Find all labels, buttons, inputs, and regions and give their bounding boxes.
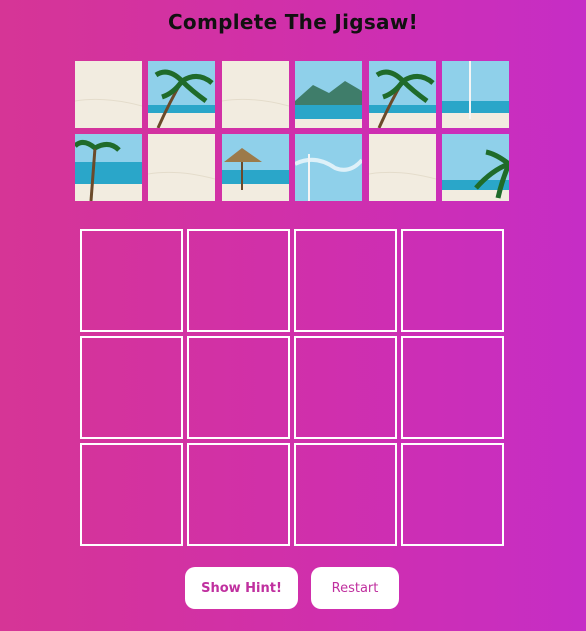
show-hint-button[interactable]: Show Hint!: [185, 567, 298, 609]
board-slot[interactable]: [187, 443, 290, 546]
puzzle-piece[interactable]: [368, 134, 436, 201]
puzzle-piece[interactable]: [75, 134, 142, 201]
board-slot[interactable]: [187, 229, 290, 332]
board-slot[interactable]: [80, 336, 183, 439]
puzzle-piece-image: [148, 134, 216, 201]
board-slot[interactable]: [401, 229, 504, 332]
board-slot[interactable]: [187, 336, 290, 439]
page-title: Complete The Jigsaw!: [167, 10, 419, 34]
puzzle-piece[interactable]: [148, 61, 216, 128]
puzzle-pieces-tray: [75, 61, 509, 201]
puzzle-piece-image: [441, 134, 509, 201]
board-slot[interactable]: [401, 336, 504, 439]
restart-button[interactable]: Restart: [311, 567, 399, 609]
board-slot[interactable]: [294, 336, 397, 439]
board-slot[interactable]: [80, 229, 183, 332]
puzzle-piece[interactable]: [295, 134, 363, 201]
puzzle-board: [80, 229, 504, 546]
puzzle-piece-image: [148, 61, 216, 128]
puzzle-piece-image: [75, 61, 142, 128]
puzzle-piece[interactable]: [295, 61, 363, 128]
puzzle-piece[interactable]: [148, 134, 216, 201]
puzzle-piece-image: [295, 61, 363, 128]
puzzle-piece[interactable]: [221, 134, 289, 201]
board-slot[interactable]: [80, 443, 183, 546]
board-slot[interactable]: [294, 443, 397, 546]
board-slot[interactable]: [401, 443, 504, 546]
puzzle-piece-image: [221, 61, 289, 128]
puzzle-piece[interactable]: [441, 61, 509, 128]
puzzle-piece[interactable]: [75, 61, 142, 128]
puzzle-piece-image: [295, 134, 363, 201]
puzzle-piece[interactable]: [221, 61, 289, 128]
puzzle-piece-image: [221, 134, 289, 201]
board-slot[interactable]: [294, 229, 397, 332]
puzzle-piece-image: [368, 61, 436, 128]
puzzle-piece-image: [368, 134, 436, 201]
puzzle-piece-image: [75, 134, 142, 201]
puzzle-piece[interactable]: [441, 134, 509, 201]
puzzle-piece-image: [441, 61, 509, 128]
puzzle-piece[interactable]: [368, 61, 436, 128]
